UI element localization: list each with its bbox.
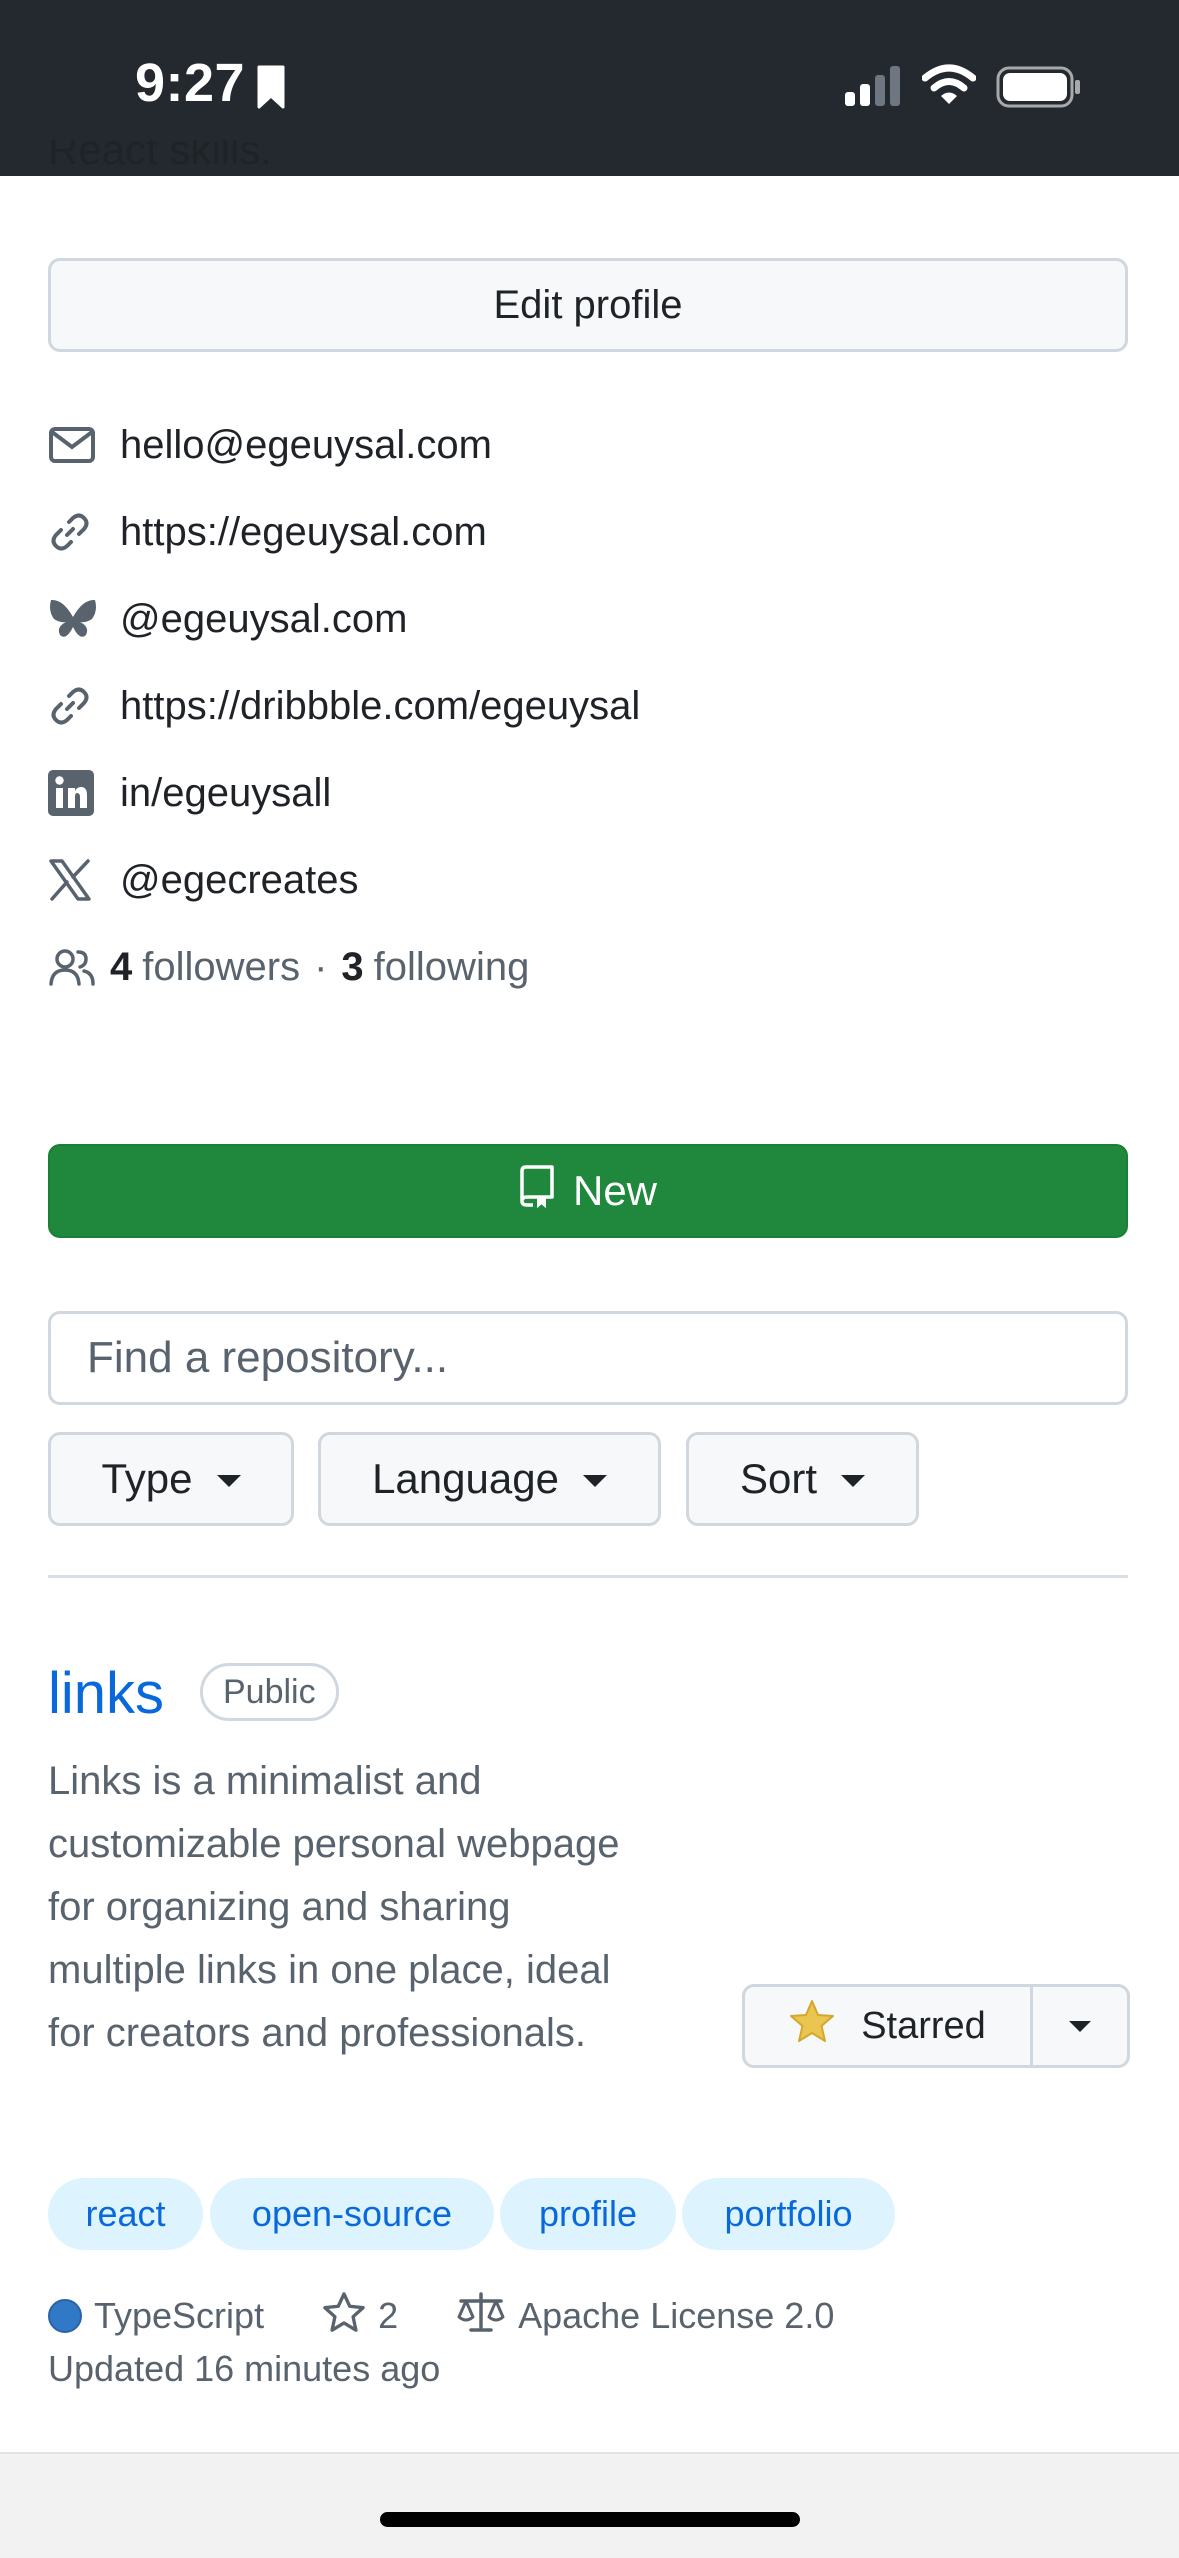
followers-link[interactable]: followers <box>142 945 300 990</box>
edit-profile-button[interactable]: Edit profile <box>48 258 1128 352</box>
star-filled-icon <box>789 1999 861 2053</box>
topic-tag-react[interactable]: react <box>48 2178 203 2250</box>
link-icon <box>48 506 100 558</box>
profile-link-dribbble[interactable]: https://dribbble.com/egeuysal <box>48 676 640 736</box>
caret-down-icon <box>1069 2020 1091 2032</box>
link-icon <box>48 680 100 732</box>
repo-name-link[interactable]: links <box>48 1660 164 1727</box>
caret-down-icon <box>582 1475 607 1487</box>
following-link[interactable]: following <box>374 945 530 990</box>
profile-link-email[interactable]: hello@egeuysal.com <box>48 415 492 475</box>
people-icon <box>48 941 100 993</box>
repo-icon <box>519 1164 573 1218</box>
repo-updated-time: Updated 16 minutes ago <box>48 2348 441 2389</box>
linkedin-icon <box>48 767 100 819</box>
repo-language: TypeScript <box>94 2295 265 2336</box>
repo-meta: TypeScript 2 Apache License 2.0 <box>48 2288 834 2344</box>
home-indicator[interactable] <box>380 2512 800 2527</box>
star-outline-icon <box>322 2291 378 2342</box>
topic-tag-open-source[interactable]: open-source <box>210 2178 494 2250</box>
battery-icon <box>996 66 1082 113</box>
bottom-bar <box>0 2452 1179 2558</box>
profile-link-website[interactable]: https://egeuysal.com <box>48 502 487 562</box>
followers-separator: · <box>314 944 328 989</box>
mail-icon <box>48 419 100 471</box>
caret-down-icon <box>216 1475 241 1487</box>
profile-bio: React skills. <box>48 140 273 173</box>
starred-button[interactable]: Starred <box>745 1987 1033 2065</box>
type-filter-button[interactable]: Type <box>48 1432 294 1526</box>
star-count-link[interactable]: 2 <box>378 2295 398 2337</box>
cellular-signal-icon <box>845 66 905 111</box>
profile-link-x[interactable]: @egecreates <box>48 850 359 910</box>
new-repository-button[interactable]: New <box>48 1144 1128 1238</box>
status-time: 9:27 <box>135 53 246 113</box>
sort-filter-button[interactable]: Sort <box>686 1432 919 1526</box>
repo-description: Links is a minimalist and customizable p… <box>48 1759 620 2055</box>
divider <box>48 1575 1128 1578</box>
topic-tag-portfolio[interactable]: portfolio <box>682 2178 895 2250</box>
followers-row: 4 followers · 3 following <box>48 937 529 997</box>
visibility-badge: Public <box>200 1663 339 1721</box>
language-color-dot <box>48 2299 82 2333</box>
followers-count: 4 <box>110 944 133 989</box>
repo-license: Apache License 2.0 <box>518 2295 835 2336</box>
find-repository-input[interactable] <box>48 1311 1128 1405</box>
profile-link-bluesky[interactable]: @egeuysal.com <box>48 589 407 649</box>
star-list-dropdown-button[interactable] <box>1033 1987 1127 2065</box>
caret-down-icon <box>841 1475 866 1487</box>
following-count: 3 <box>341 944 364 989</box>
topic-tag-profile[interactable]: profile <box>500 2178 676 2250</box>
star-button-group: Starred <box>742 1984 1130 2068</box>
new-button-label: New <box>572 1167 658 1214</box>
language-filter-button[interactable]: Language <box>318 1432 661 1526</box>
x-logo-icon <box>48 854 100 906</box>
bluesky-butterfly-icon <box>48 593 100 645</box>
bookmark-icon <box>256 64 286 115</box>
law-scale-icon <box>456 2291 518 2342</box>
wifi-icon <box>921 64 977 111</box>
profile-link-linkedin[interactable]: in/egeuysall <box>48 763 331 823</box>
